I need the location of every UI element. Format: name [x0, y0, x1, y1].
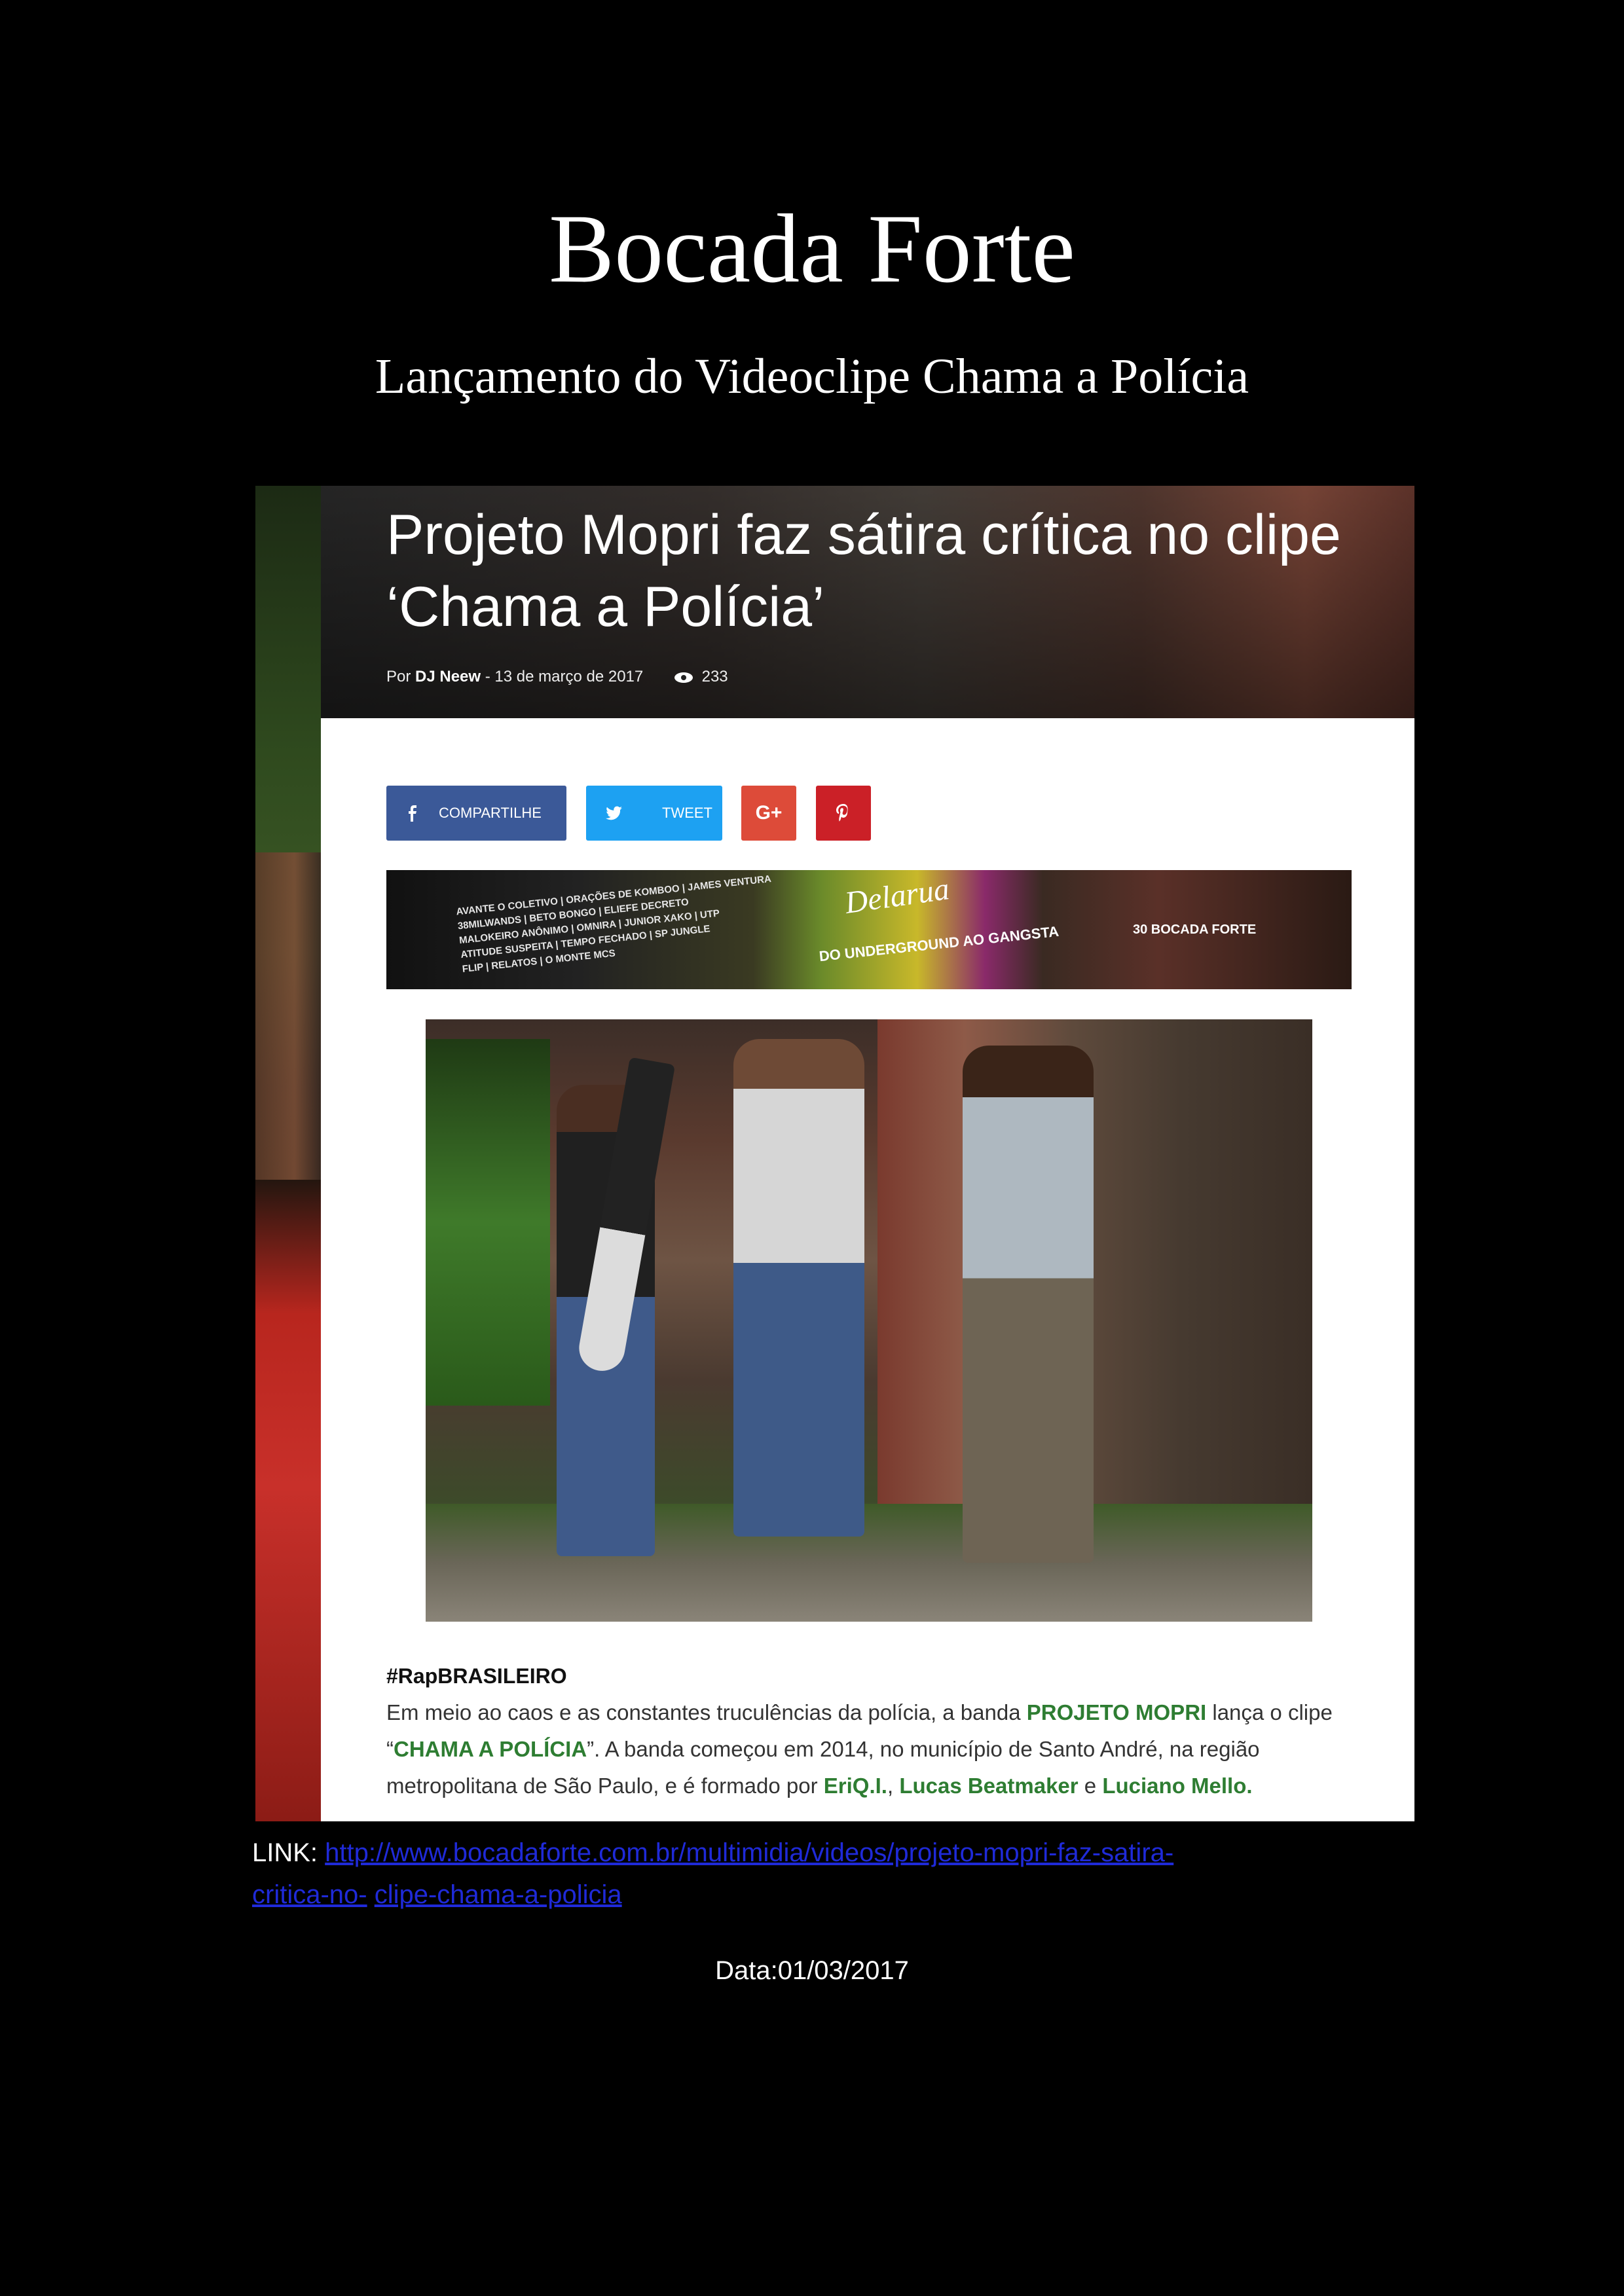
source-url-part-2[interactable]: critica-no- — [252, 1880, 367, 1909]
share-twitter-label: TWEET — [662, 805, 712, 821]
source-link: LINK: http://www.bocadaforte.com.br/mult… — [252, 1832, 1378, 1916]
pinterest-icon — [836, 804, 848, 822]
background-arm — [255, 852, 321, 1180]
twitter-icon — [606, 806, 622, 820]
article-paragraph: Em meio ao caos e as constantes truculên… — [386, 1694, 1362, 1804]
source-url-part-3[interactable]: clipe-chama-a-policia — [375, 1880, 622, 1909]
banner-subtitle: DO UNDERGROUND AO GANGSTA — [818, 922, 1060, 965]
headline-line-1: Projeto Mopri faz sátira crítica no clip… — [386, 503, 1341, 566]
share-facebook-label: COMPARTILHE — [439, 805, 542, 821]
share-gplus-button[interactable]: G+ — [741, 786, 796, 841]
article-text: e — [1078, 1774, 1103, 1798]
song-name-link[interactable]: CHAMA A POLÍCIA — [394, 1737, 587, 1761]
article-headline: Projeto Mopri faz sátira crítica no clip… — [386, 499, 1414, 643]
eye-icon — [674, 672, 693, 683]
headline-line-2: ‘Chama a Polícia’ — [386, 575, 825, 638]
meta-by: Por — [386, 668, 411, 685]
band-name-link[interactable]: PROJETO MOPRI — [1027, 1700, 1206, 1724]
facebook-icon — [409, 805, 416, 822]
document-title: Bocada Forte — [549, 194, 1075, 303]
member-link-lucas[interactable]: Lucas Beatmaker — [899, 1774, 1078, 1798]
share-facebook-button[interactable]: COMPARTILHE — [386, 786, 566, 841]
article-hashtag[interactable]: #RapBRASILEIRO — [386, 1658, 1362, 1694]
meta-date: 13 de março de 2017 — [494, 668, 644, 685]
document-subtitle: Lançamento do Videoclipe Chama a Polícia — [375, 349, 1249, 404]
article-text: Em meio ao caos e as constantes truculên… — [386, 1700, 1027, 1724]
photo-wooden-door — [877, 1019, 1312, 1517]
banner-right-text: 30 BOCADA FORTE — [1133, 922, 1257, 937]
article-screenshot: Projeto Mopri faz sátira crítica no clip… — [255, 486, 1414, 1821]
event-banner[interactable]: AVANTE O COLETIVO | ORAÇÕES DE KOMBOO | … — [386, 870, 1352, 989]
meta-views: 233 — [701, 668, 728, 685]
member-link-luciano[interactable]: Luciano Mello. — [1102, 1774, 1252, 1798]
band-member-2 — [733, 1039, 864, 1537]
band-photo — [426, 1019, 1312, 1622]
link-label: LINK: — [252, 1838, 318, 1867]
share-pinterest-button[interactable] — [816, 786, 871, 841]
article-meta: Por DJ Neew - 13 de março de 2017 233 — [386, 668, 728, 686]
source-url-part-1[interactable]: http://www.bocadaforte.com.br/multimidia… — [325, 1838, 1173, 1867]
article-body: #RapBRASILEIRO Em meio ao caos e as cons… — [386, 1658, 1362, 1804]
photo-greenery — [426, 1039, 550, 1406]
document-date: Data:01/03/2017 — [715, 1956, 909, 1985]
banner-lineup: AVANTE O COLETIVO | ORAÇÕES DE KOMBOO | … — [455, 873, 772, 975]
meta-separator: - — [485, 668, 490, 685]
gplus-label: G+ — [755, 802, 783, 824]
band-member-3 — [963, 1046, 1094, 1563]
meta-author[interactable]: DJ Neew — [415, 668, 481, 685]
member-link-eriqi[interactable]: EriQ.I. — [824, 1774, 887, 1798]
article-text: , — [887, 1774, 900, 1798]
banner-logo: Delarua — [843, 871, 951, 920]
share-twitter-button[interactable]: TWEET — [586, 786, 722, 841]
